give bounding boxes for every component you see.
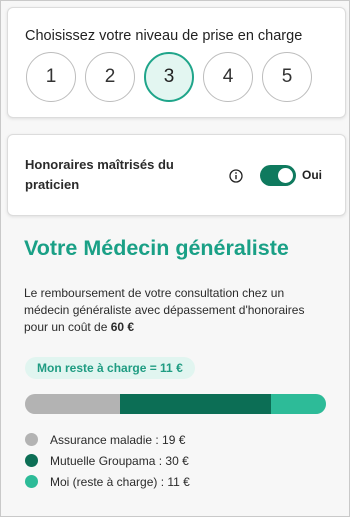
reimbursement-description: Le remboursement de votre consultation c…	[24, 285, 329, 336]
level-option-2[interactable]: 2	[85, 52, 135, 102]
toggle-state-label: Oui	[302, 168, 322, 182]
coverage-level-card: Choisissez votre niveau de prise en char…	[7, 7, 346, 118]
level-option-1[interactable]: 1	[26, 52, 76, 102]
level-option-5[interactable]: 5	[262, 52, 312, 102]
legend-label: Assurance maladie : 19 €	[50, 432, 186, 447]
coverage-level-title: Choisissez votre niveau de prise en char…	[25, 28, 303, 44]
breakdown-bar	[25, 394, 326, 414]
legend-label: Moi (reste à charge) : 11 €	[50, 474, 190, 489]
widget-frame: Choisissez votre niveau de prise en char…	[0, 0, 350, 517]
controlled-fees-toggle[interactable]	[260, 165, 296, 186]
controlled-fees-card: Honoraires maîtrisés du praticien Oui	[7, 134, 346, 216]
legend-dot	[25, 433, 38, 446]
breakdown-segment-2	[120, 394, 271, 414]
level-option-4[interactable]: 4	[203, 52, 253, 102]
breakdown-segment-1	[25, 394, 121, 414]
legend-label: Mutuelle Groupama : 30 €	[50, 453, 189, 468]
remaining-charge-badge: Mon reste à charge = 11 €	[25, 357, 195, 379]
legend-item-assurance-maladie: Assurance maladie : 19 €	[25, 429, 190, 450]
level-option-3[interactable]: 3	[144, 52, 194, 102]
legend-item-mutuelle: Mutuelle Groupama : 30 €	[25, 450, 190, 471]
info-icon[interactable]	[229, 169, 243, 183]
consultation-cost: 60 €	[110, 320, 135, 334]
legend-item-reste-a-charge: Moi (reste à charge) : 11 €	[25, 471, 190, 492]
toggle-knob	[278, 168, 293, 183]
breakdown-legend: Assurance maladie : 19 € Mutuelle Groupa…	[25, 429, 190, 492]
controlled-fees-label: Honoraires maîtrisés du praticien	[25, 157, 174, 192]
legend-dot	[25, 475, 38, 488]
breakdown-segment-3	[270, 394, 326, 414]
legend-dot	[25, 454, 38, 467]
description-text: Le remboursement de votre consultation c…	[24, 286, 305, 334]
section-title: Votre Médecin généraliste	[24, 236, 289, 260]
coverage-level-options: 1 2 3 4 5	[26, 52, 312, 102]
